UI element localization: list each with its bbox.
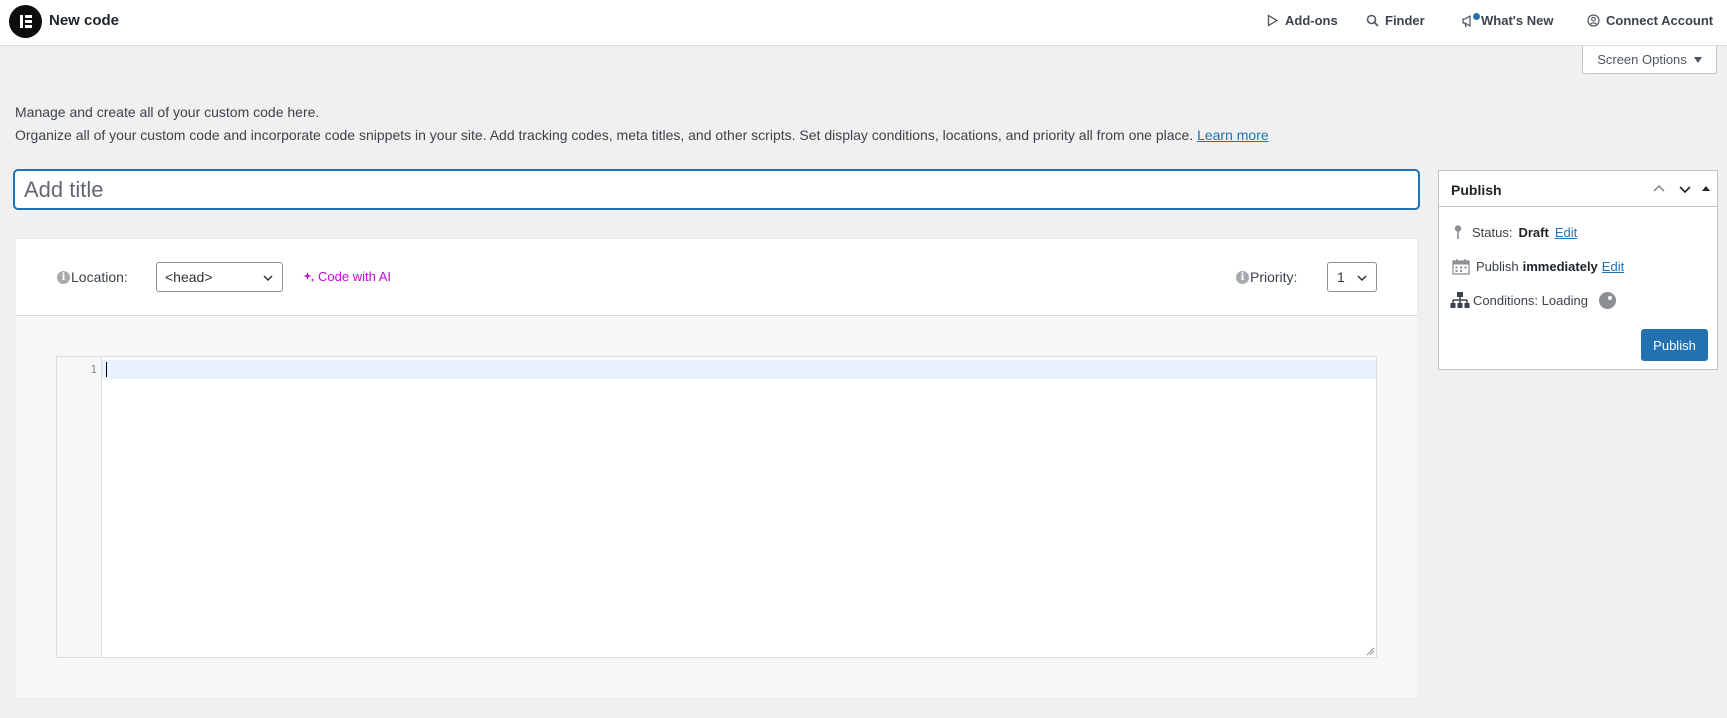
publish-panel-title: Publish xyxy=(1451,182,1502,198)
text-cursor xyxy=(106,362,107,377)
editor-toolbar: i Location: <head> Code with AI i Priori… xyxy=(16,239,1417,316)
location-select[interactable]: <head> xyxy=(156,262,283,292)
code-textarea[interactable]: 1 xyxy=(56,356,1377,658)
addons-link[interactable]: Add-ons xyxy=(1266,13,1338,28)
ai-sparkle-icon xyxy=(303,271,315,282)
priority-label: Priority: xyxy=(1250,269,1298,285)
status-value: Draft xyxy=(1518,224,1549,240)
chevron-down-icon[interactable] xyxy=(1678,182,1692,196)
conditions-row: Conditions: Loading xyxy=(1450,291,1616,309)
publish-panel: Publish Status: Draft Edit Publish immed… xyxy=(1438,170,1718,370)
page-title: New code xyxy=(49,12,120,29)
notification-dot xyxy=(1472,11,1481,21)
publish-date-row: Publish immediately Edit xyxy=(1452,258,1624,275)
intro-description: Organize all of your custom code and inc… xyxy=(15,127,1269,143)
elementor-logo-icon[interactable] xyxy=(9,5,42,38)
sitemap-icon xyxy=(1450,292,1470,308)
calendar-icon xyxy=(1452,259,1470,275)
code-with-ai-label: Code with AI xyxy=(318,269,391,284)
location-label-group: i Location: xyxy=(57,269,128,285)
publish-button[interactable]: Publish xyxy=(1641,329,1708,361)
loading-spinner-icon xyxy=(1598,291,1616,309)
code-editor-panel: i Location: <head> Code with AI i Priori… xyxy=(15,238,1418,699)
info-icon[interactable]: i xyxy=(1236,270,1249,284)
whats-new-link[interactable]: What's New xyxy=(1461,11,1554,28)
top-bar: New code Add-ons Finder What's New Conne… xyxy=(0,0,1727,46)
resize-handle-icon[interactable] xyxy=(1366,647,1375,656)
collapse-toggle-icon[interactable] xyxy=(1701,184,1711,192)
publish-panel-header: Publish xyxy=(1439,171,1717,207)
connect-account-label: Connect Account xyxy=(1606,13,1714,28)
status-edit-link[interactable]: Edit xyxy=(1555,225,1577,240)
priority-select[interactable]: 1 xyxy=(1327,262,1377,292)
screen-options-label: Screen Options xyxy=(1597,52,1687,67)
connect-account-link[interactable]: Connect Account xyxy=(1587,13,1713,28)
pin-icon xyxy=(1454,225,1462,239)
publish-label: Publish xyxy=(1476,259,1519,274)
addons-label: Add-ons xyxy=(1285,13,1338,28)
conditions-label: Conditions: Loading xyxy=(1473,292,1588,308)
status-label: Status: xyxy=(1472,224,1513,240)
location-select-value: <head> xyxy=(165,269,213,285)
publish-date-edit-link[interactable]: Edit xyxy=(1602,259,1624,274)
search-icon xyxy=(1366,14,1379,27)
finder-link[interactable]: Finder xyxy=(1366,13,1425,28)
intro-text: Manage and create all of your custom cod… xyxy=(15,104,320,120)
line-number-gutter: 1 xyxy=(57,357,102,657)
publish-value: immediately xyxy=(1522,259,1598,274)
caret-down-icon xyxy=(1693,56,1702,63)
info-icon[interactable]: i xyxy=(57,270,70,284)
finder-label: Finder xyxy=(1385,13,1425,28)
title-input[interactable] xyxy=(14,170,1419,209)
whats-new-label: What's New xyxy=(1481,13,1554,28)
priority-select-value: 1 xyxy=(1337,269,1345,285)
chevron-up-icon[interactable] xyxy=(1652,182,1666,196)
intro-description-text: Organize all of your custom code and inc… xyxy=(15,127,1194,143)
active-line-highlight xyxy=(102,360,1376,379)
learn-more-link[interactable]: Learn more xyxy=(1197,127,1269,143)
code-with-ai-button[interactable]: Code with AI xyxy=(303,269,391,284)
chevron-down-icon xyxy=(263,275,273,282)
screen-options-button[interactable]: Screen Options xyxy=(1582,46,1717,74)
priority-label-group: i Priority: xyxy=(1236,269,1297,285)
play-outline-icon xyxy=(1267,14,1279,27)
line-number: 1 xyxy=(90,363,97,376)
user-circle-icon xyxy=(1587,14,1600,27)
location-label: Location: xyxy=(71,269,128,285)
status-row: Status: Draft Edit xyxy=(1452,224,1577,240)
chevron-down-icon xyxy=(1357,275,1367,282)
